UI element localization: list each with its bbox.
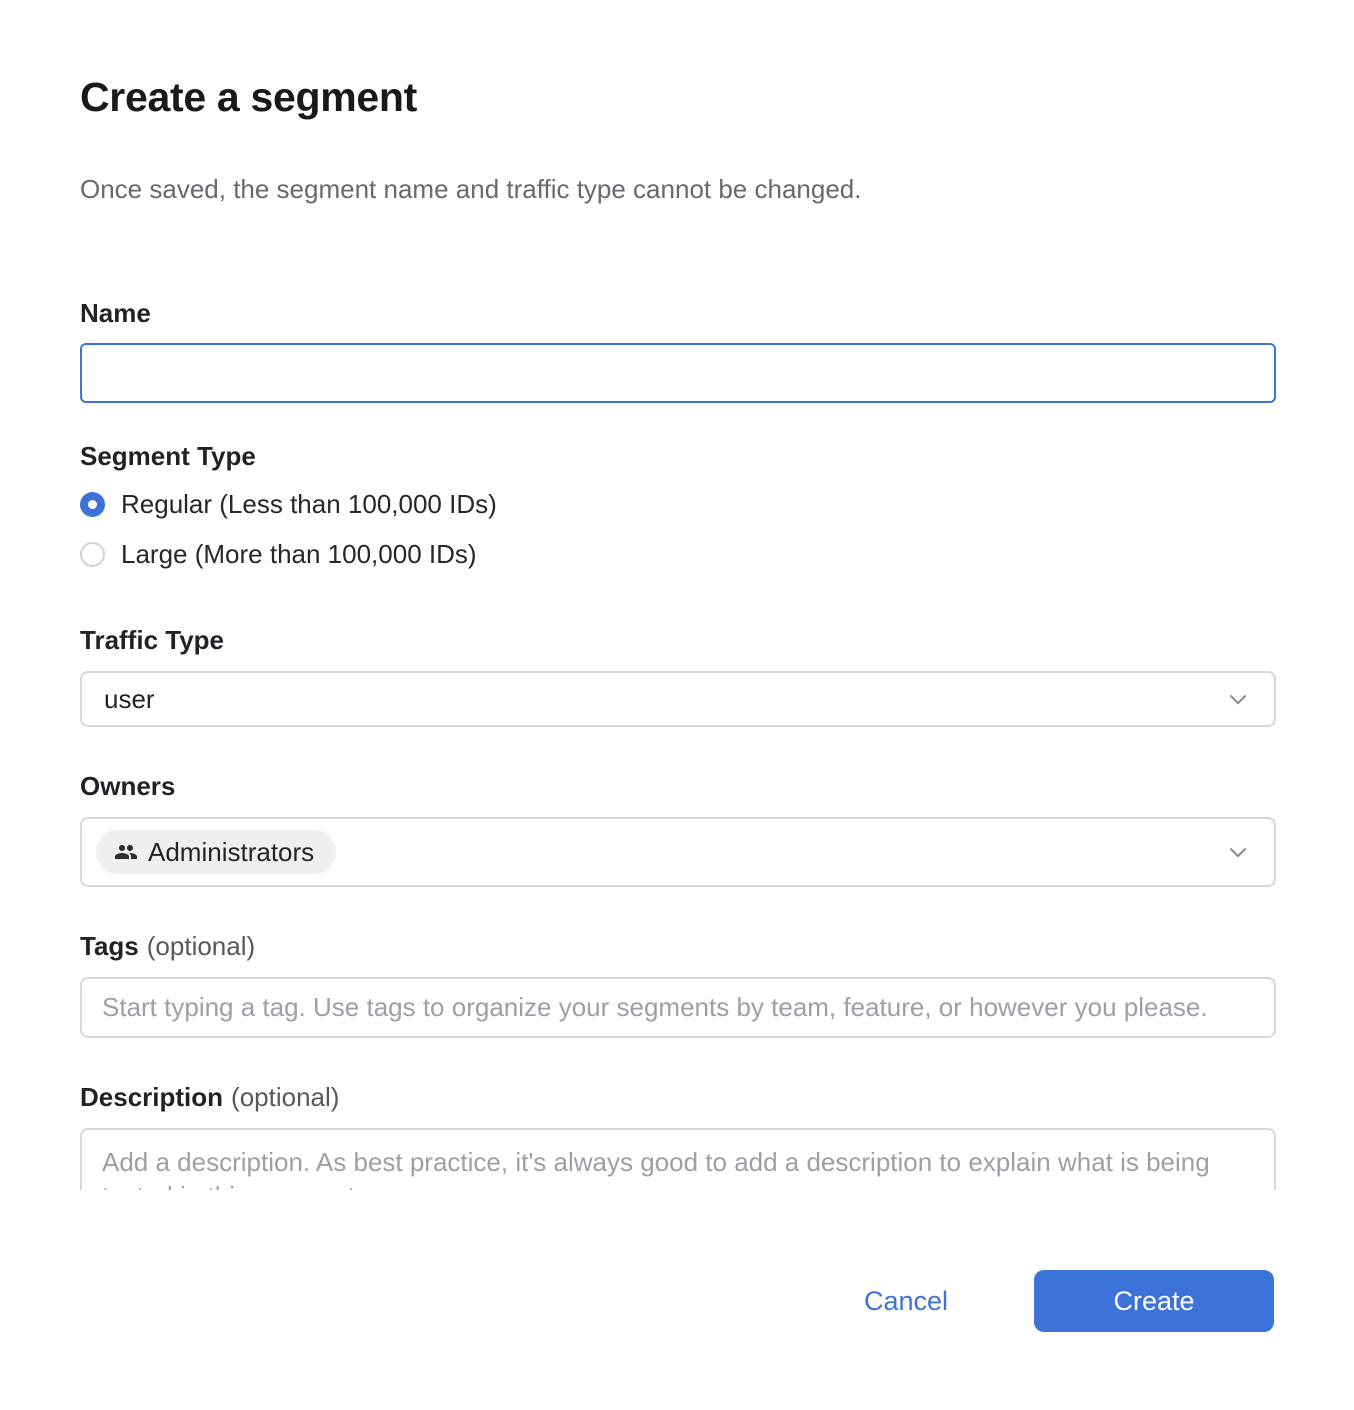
name-label: Name [80, 298, 1274, 328]
modal-footer: Cancel Create [80, 1270, 1274, 1332]
traffic-type-selected-value: user [104, 684, 155, 715]
description-label-text: Description [80, 1082, 223, 1112]
segment-type-group: Segment Type Regular (Less than 100,000 … [80, 441, 1274, 573]
create-button[interactable]: Create [1034, 1270, 1274, 1332]
chevron-down-icon [1224, 685, 1252, 713]
create-segment-modal: Create a segment Once saved, the segment… [0, 72, 1354, 1332]
tags-label-text: Tags [80, 931, 139, 961]
radio-selected-icon[interactable] [80, 492, 105, 517]
radio-unselected-icon[interactable] [80, 542, 105, 567]
modal-subtitle: Once saved, the segment name and traffic… [80, 174, 1274, 204]
segment-type-option-large[interactable]: Large (More than 100,000 IDs) [80, 535, 1274, 573]
name-field-group: Name [80, 298, 1274, 403]
description-clip-region [80, 1128, 1276, 1190]
traffic-type-label: Traffic Type [80, 625, 1274, 655]
traffic-type-select[interactable]: user [80, 671, 1276, 727]
cancel-button[interactable]: Cancel [864, 1286, 948, 1317]
page-title: Create a segment [80, 72, 1274, 122]
segment-type-label: Segment Type [80, 441, 1274, 471]
description-label: Description (optional) [80, 1082, 1274, 1112]
owners-group: Owners Administrators [80, 771, 1274, 887]
owner-chip-administrators[interactable]: Administrators [96, 830, 336, 874]
description-group: Description (optional) [80, 1082, 1274, 1190]
name-input[interactable] [80, 343, 1276, 403]
tags-label: Tags (optional) [80, 931, 1274, 961]
tags-optional-text: (optional) [147, 931, 255, 961]
radio-option-label: Regular (Less than 100,000 IDs) [121, 489, 497, 520]
description-textarea[interactable] [80, 1128, 1276, 1190]
radio-option-label: Large (More than 100,000 IDs) [121, 539, 477, 570]
owners-select[interactable]: Administrators [80, 817, 1276, 887]
tags-input[interactable] [80, 977, 1276, 1038]
owners-label: Owners [80, 771, 1274, 801]
owner-chip-label: Administrators [148, 837, 314, 868]
chevron-down-icon [1224, 838, 1252, 866]
people-icon [114, 840, 138, 864]
tags-group: Tags (optional) [80, 931, 1274, 1038]
segment-type-option-regular[interactable]: Regular (Less than 100,000 IDs) [80, 485, 1274, 523]
description-optional-text: (optional) [231, 1082, 339, 1112]
traffic-type-group: Traffic Type user [80, 625, 1274, 727]
